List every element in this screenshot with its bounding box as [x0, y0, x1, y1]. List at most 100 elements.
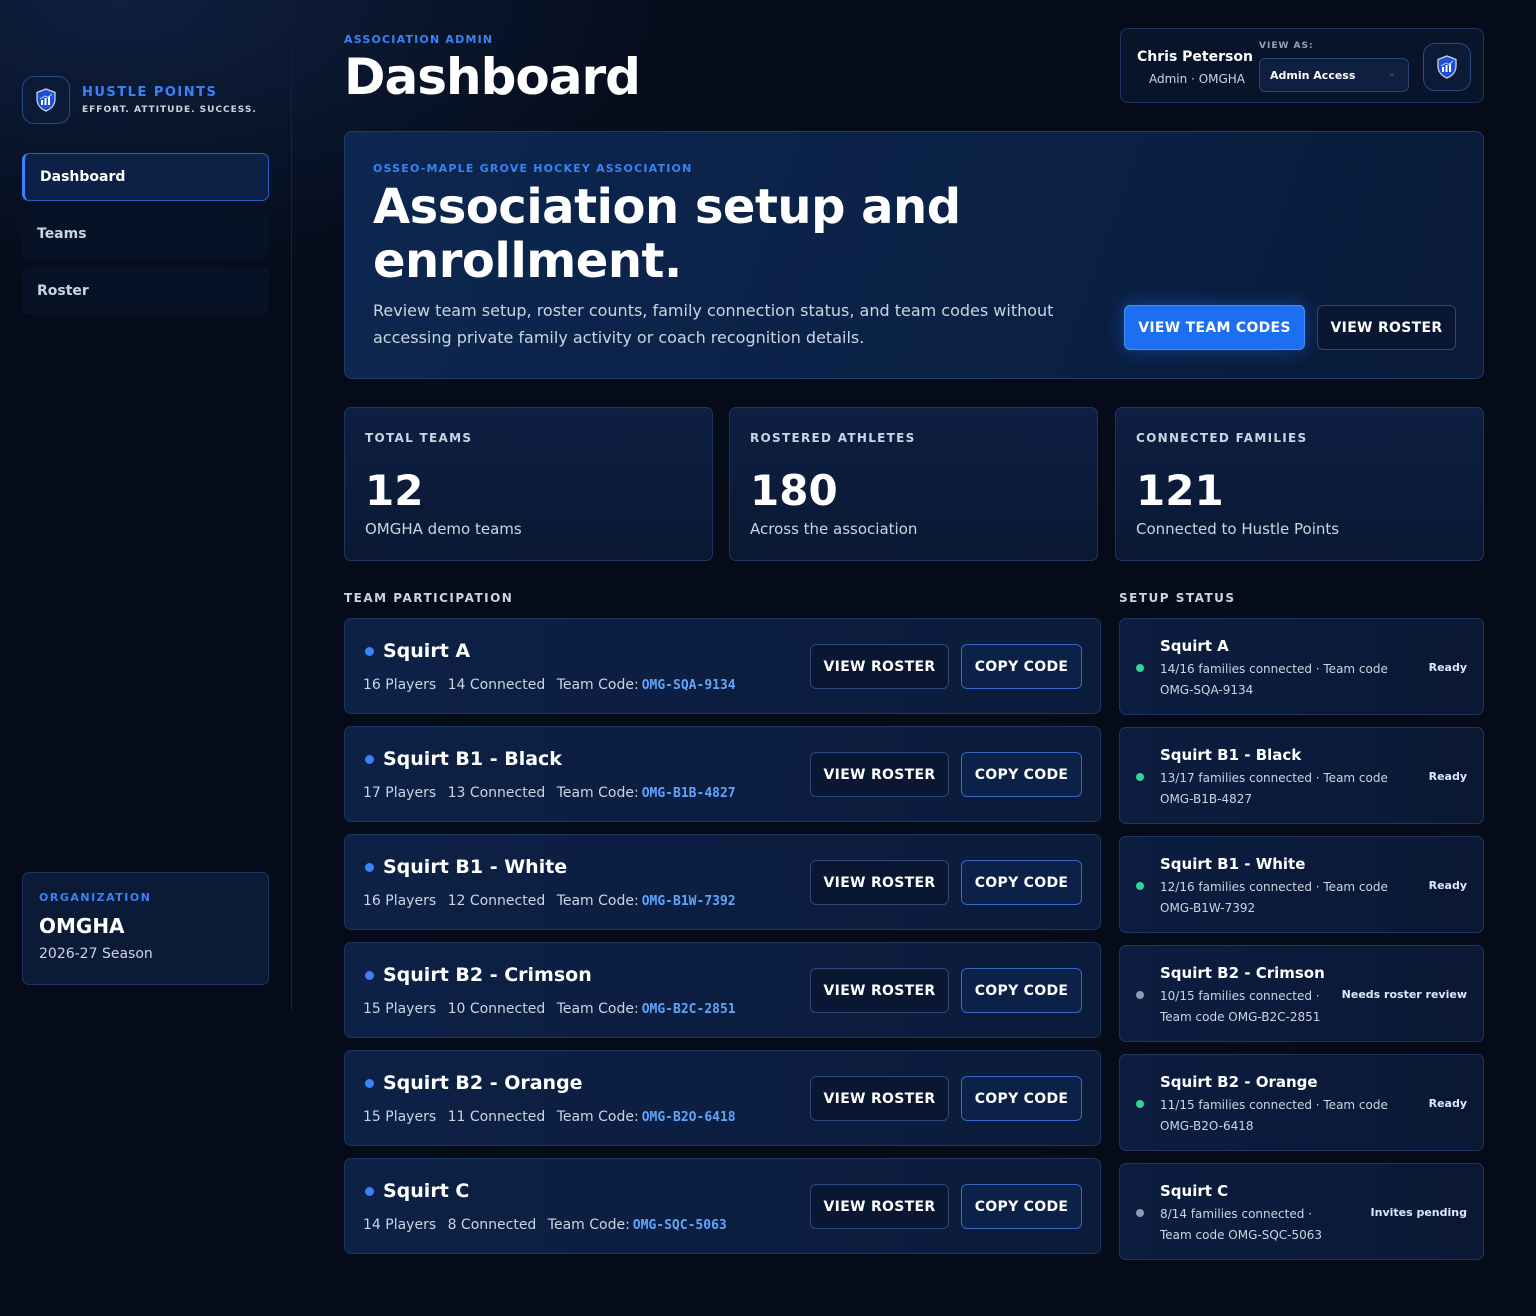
copy-code-button[interactable]: COPY CODE — [961, 644, 1082, 689]
view-as-value: Admin Access — [1270, 68, 1356, 82]
organization-label: ORGANIZATION — [39, 891, 152, 904]
setup-status-title: SETUP STATUS — [1119, 591, 1236, 605]
team-row: Squirt C 14 Players 8 Connected Team Cod… — [344, 1158, 1101, 1254]
sidebar-nav: Dashboard Teams Roster — [22, 153, 269, 324]
stat-card-connected-families: CONNECTED FAMILIES 121 Connected to Hust… — [1115, 407, 1484, 561]
user-name: Chris Peterson — [1137, 49, 1253, 65]
team-players: 17 Players — [363, 785, 437, 801]
team-name: Squirt C — [383, 1180, 470, 1202]
view-roster-button[interactable]: VIEW ROSTER — [810, 860, 949, 905]
status-card: Squirt A 14/16 families connected · Team… — [1119, 618, 1484, 715]
team-code: OMG-B1B-4827 — [641, 786, 736, 801]
team-connected: 13 Connected — [447, 785, 546, 801]
status-dot — [1136, 664, 1144, 672]
stat-card-total-teams: TOTAL TEAMS 12 OMGHA demo teams — [344, 407, 713, 561]
team-row: Squirt B1 - Black 17 Players 13 Connecte… — [344, 726, 1101, 822]
team-players: 14 Players — [363, 1217, 437, 1233]
team-code-label: Team Code: — [556, 785, 639, 801]
view-roster-button[interactable]: VIEW ROSTER — [1317, 305, 1456, 350]
team-row: Squirt A 16 Players 14 Connected Team Co… — [344, 618, 1101, 714]
hero-panel: OSSEO-MAPLE GROVE HOCKEY ASSOCIATION Ass… — [344, 131, 1484, 379]
copy-code-button[interactable]: COPY CODE — [961, 968, 1082, 1013]
status-team-name: Squirt B1 - Black — [1160, 746, 1302, 764]
user-box: Chris Peterson Admin · OMGHA VIEW AS: Ad… — [1120, 28, 1484, 103]
view-team-codes-button[interactable]: VIEW TEAM CODES — [1124, 305, 1305, 350]
status-dot — [1136, 1100, 1144, 1108]
page-title: Dashboard — [344, 48, 641, 106]
team-name: Squirt B2 - Orange — [383, 1072, 583, 1094]
status-detail: 8/14 families connected · Team code OMG-… — [1160, 1207, 1323, 1242]
team-name: Squirt B1 - Black — [383, 748, 562, 770]
view-roster-button[interactable]: VIEW ROSTER — [810, 752, 949, 797]
status-badge: Ready — [1428, 770, 1467, 783]
team-dot — [365, 1079, 374, 1088]
team-connected: 11 Connected — [447, 1109, 546, 1125]
copy-code-button[interactable]: COPY CODE — [961, 860, 1082, 905]
status-team-name: Squirt C — [1160, 1182, 1229, 1200]
team-players: 15 Players — [363, 1001, 437, 1017]
status-dot — [1136, 773, 1144, 781]
status-badge: Needs roster review — [1341, 988, 1467, 1001]
brand: HUSTLE POINTS EFFORT. ATTITUDE. SUCCESS. — [22, 76, 257, 124]
status-team-name: Squirt B2 - Crimson — [1160, 964, 1325, 982]
organization-card: ORGANIZATION OMGHA 2026-27 Season — [22, 872, 269, 985]
team-code: OMG-B1W-7392 — [641, 894, 736, 909]
status-dot — [1136, 1209, 1144, 1217]
view-roster-button[interactable]: VIEW ROSTER — [810, 968, 949, 1013]
team-dot — [365, 647, 374, 656]
chevron-down-icon: ⌄ — [1387, 68, 1396, 79]
team-participation-title: TEAM PARTICIPATION — [344, 591, 514, 605]
team-code-label: Team Code: — [556, 893, 639, 909]
team-dot — [365, 863, 374, 872]
stat-value: 180 — [750, 466, 838, 515]
stat-label: TOTAL TEAMS — [365, 431, 473, 445]
sidebar-item-dashboard[interactable]: Dashboard — [22, 153, 269, 201]
sidebar: HUSTLE POINTS EFFORT. ATTITUDE. SUCCESS.… — [0, 50, 292, 1010]
status-badge: Ready — [1428, 661, 1467, 674]
team-meta: 14 Players 8 Connected Team Code: OMG-SQC… — [363, 1217, 734, 1233]
copy-code-button[interactable]: COPY CODE — [961, 752, 1082, 797]
team-meta: 15 Players 11 Connected Team Code: OMG-B2… — [363, 1109, 743, 1125]
sidebar-item-teams[interactable]: Teams — [22, 210, 269, 258]
view-roster-button[interactable]: VIEW ROSTER — [810, 1076, 949, 1121]
team-meta: 17 Players 13 Connected Team Code: OMG-B1… — [363, 785, 743, 801]
shield-chart-icon — [1437, 55, 1457, 79]
status-card: Squirt B2 - Crimson 10/15 families conne… — [1119, 945, 1484, 1042]
status-detail: 14/16 families connected · Team code OMG… — [1160, 662, 1388, 697]
team-row: Squirt B1 - White 16 Players 12 Connecte… — [344, 834, 1101, 930]
team-players: 16 Players — [363, 677, 437, 693]
team-code: OMG-SQC-5063 — [632, 1218, 727, 1233]
sidebar-item-roster[interactable]: Roster — [22, 267, 269, 315]
shield-chart-icon — [22, 76, 70, 124]
team-connected: 14 Connected — [447, 677, 546, 693]
organization-season: 2026-27 Season — [39, 946, 153, 962]
status-badge: Invites pending — [1370, 1206, 1467, 1219]
status-card: Squirt B1 - White 12/16 families connect… — [1119, 836, 1484, 933]
stat-subtitle: OMGHA demo teams — [365, 520, 522, 538]
view-roster-button[interactable]: VIEW ROSTER — [810, 1184, 949, 1229]
stat-subtitle: Across the association — [750, 520, 918, 538]
status-badge: Ready — [1428, 879, 1467, 892]
view-roster-button[interactable]: VIEW ROSTER — [810, 644, 949, 689]
status-badge: Ready — [1428, 1097, 1467, 1110]
brand-tagline: EFFORT. ATTITUDE. SUCCESS. — [82, 105, 257, 115]
status-detail: 11/15 families connected · Team code OMG… — [1160, 1098, 1388, 1133]
team-name: Squirt B2 - Crimson — [383, 964, 592, 986]
team-code: OMG-B2O-6418 — [641, 1110, 736, 1125]
avatar[interactable] — [1423, 43, 1471, 91]
copy-code-button[interactable]: COPY CODE — [961, 1076, 1082, 1121]
team-dot — [365, 755, 374, 764]
team-code-label: Team Code: — [547, 1217, 630, 1233]
status-dot — [1136, 991, 1144, 999]
status-team-name: Squirt B1 - White — [1160, 855, 1306, 873]
team-name: Squirt A — [383, 640, 471, 662]
team-players: 16 Players — [363, 893, 437, 909]
team-code: OMG-B2C-2851 — [641, 1002, 736, 1017]
copy-code-button[interactable]: COPY CODE — [961, 1184, 1082, 1229]
status-dot — [1136, 882, 1144, 890]
team-row: Squirt B2 - Orange 15 Players 11 Connect… — [344, 1050, 1101, 1146]
view-as-select[interactable]: Admin Access ⌄ — [1259, 58, 1409, 92]
status-card: Squirt B1 - Black 13/17 families connect… — [1119, 727, 1484, 824]
stat-subtitle: Connected to Hustle Points — [1136, 520, 1340, 538]
team-meta: 16 Players 14 Connected Team Code: OMG-SQ… — [363, 677, 743, 693]
